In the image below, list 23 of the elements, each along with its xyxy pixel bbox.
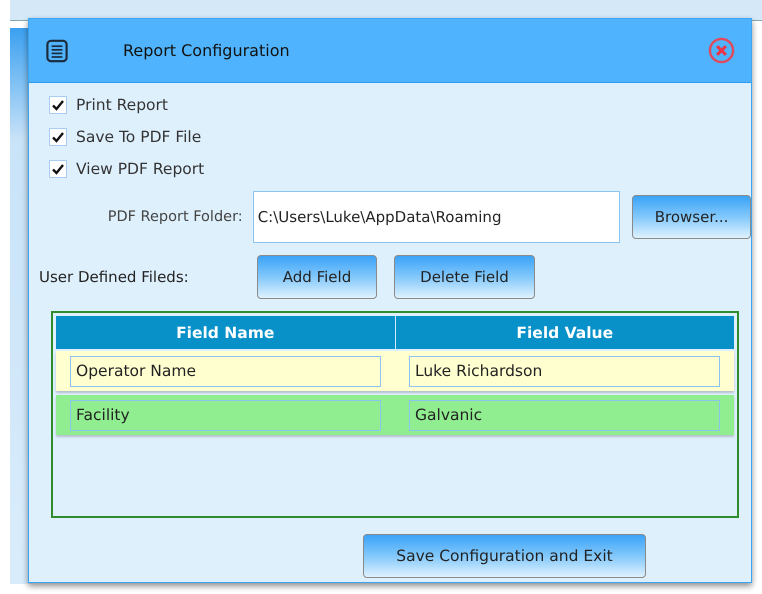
folder-path-field[interactable]: C:\Users\Luke\AppData\Roaming — [252, 191, 620, 243]
section-label: User Defined Fileds: — [39, 268, 190, 286]
checkbox-label: Print Report — [76, 96, 168, 114]
checkbox[interactable] — [49, 128, 67, 146]
delete-field-button[interactable]: Delete Field — [394, 255, 535, 299]
cell-input[interactable]: Galvanic — [409, 400, 720, 430]
table-row[interactable]: Operator Name Luke Richardson — [56, 351, 734, 391]
cell-input[interactable]: Facility — [70, 400, 381, 430]
column-header: Field Name — [175, 322, 276, 344]
window-title: Report Configuration — [123, 41, 291, 60]
column-header: Field Value — [394, 316, 734, 349]
cell-input[interactable]: Operator Name — [70, 356, 381, 386]
field-label: PDF Report Folder: — [106, 209, 243, 225]
checkbox[interactable] — [49, 160, 67, 178]
add-field-button[interactable]: Add Field — [257, 255, 377, 299]
cell-input[interactable]: Luke Richardson — [409, 356, 720, 386]
list-icon — [45, 38, 69, 62]
browse-button[interactable]: Browser... — [632, 195, 751, 239]
table-row[interactable]: Facility Galvanic — [56, 395, 734, 435]
checkbox-label: Save To PDF File — [76, 128, 202, 146]
checkbox-label: View PDF Report — [76, 160, 204, 178]
save-button[interactable]: Save Configuration and Exit — [363, 534, 646, 578]
checkbox[interactable] — [49, 96, 67, 114]
